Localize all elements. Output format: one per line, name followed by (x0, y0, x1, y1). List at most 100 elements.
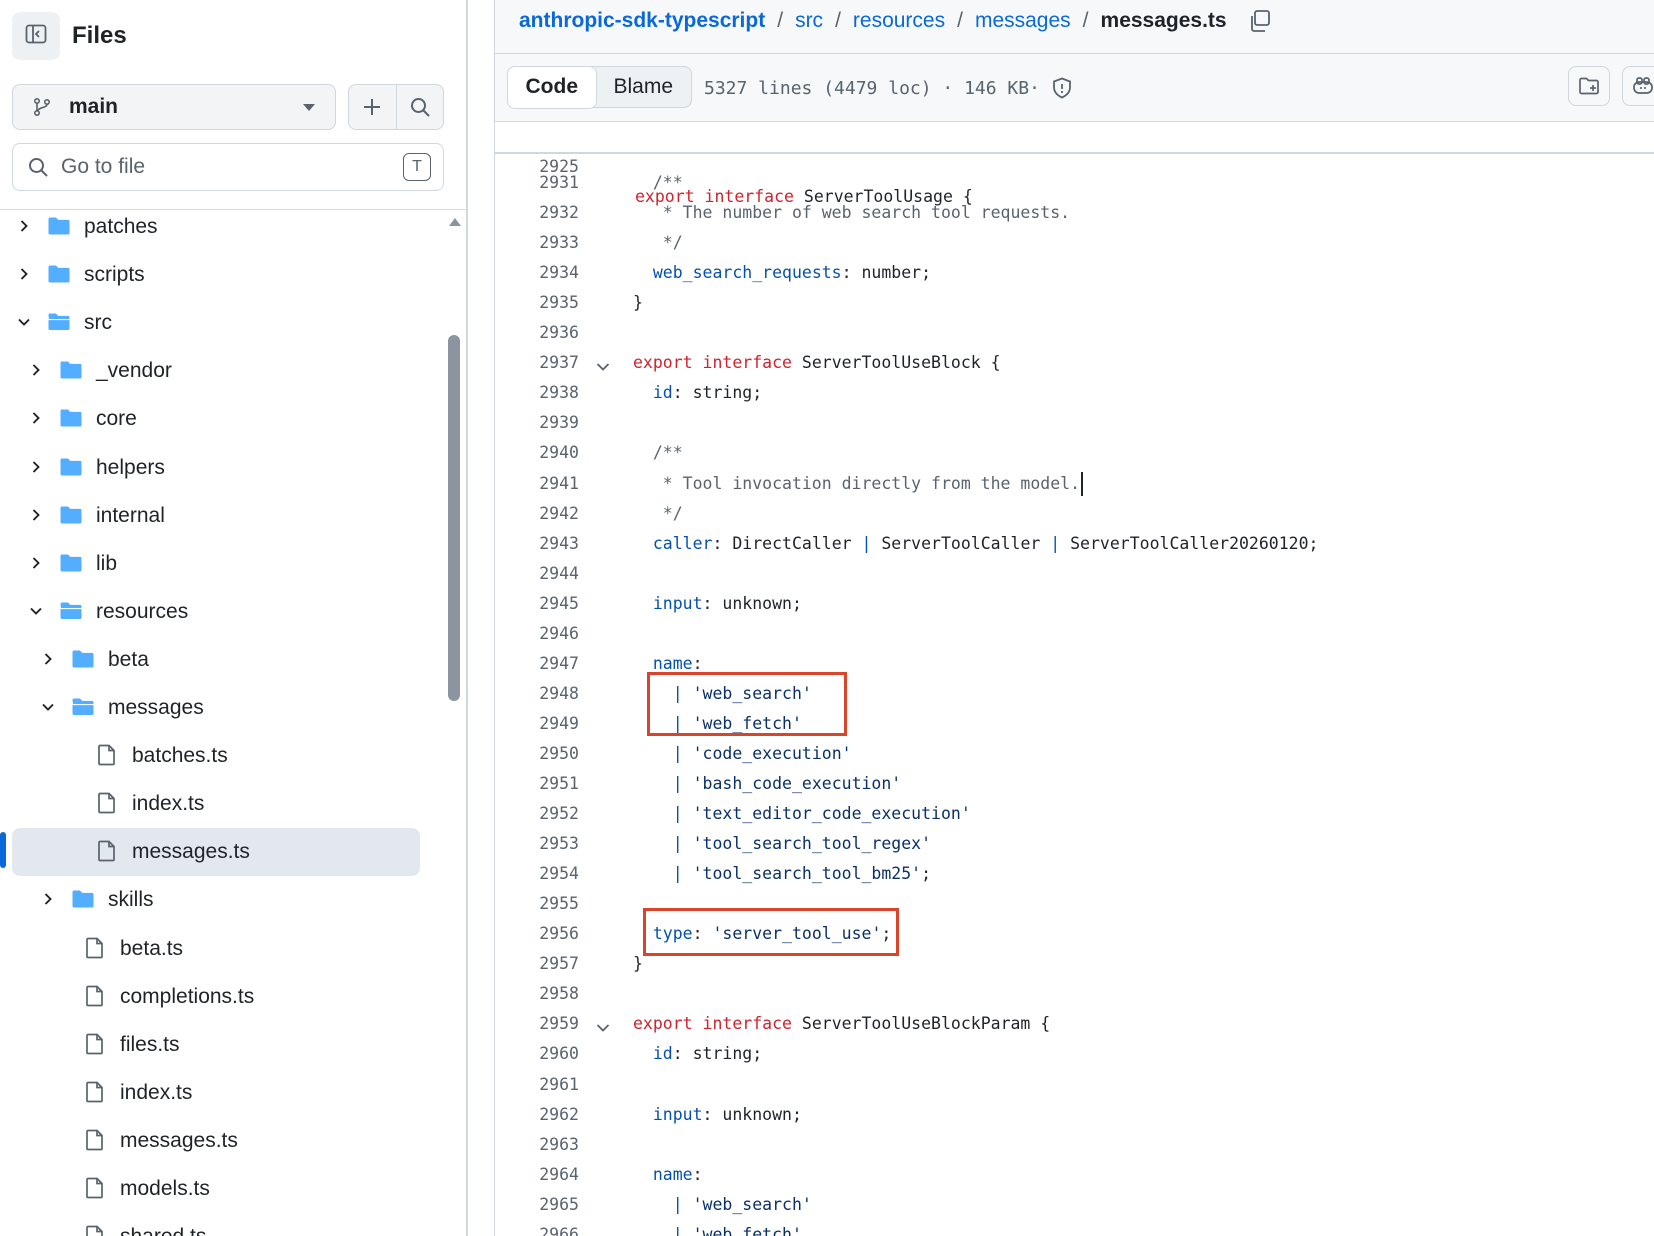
line-number[interactable]: 2952 (495, 799, 579, 829)
tree-file-models-ts[interactable]: models.ts (0, 1165, 440, 1211)
chevron-right-icon[interactable] (27, 458, 45, 476)
line-number[interactable]: 2951 (495, 769, 579, 799)
tab-code[interactable]: Code (506, 65, 597, 109)
code-line[interactable]: 2958 (495, 979, 1654, 1009)
code-line[interactable]: 2952 | 'text_editor_code_execution' (495, 799, 1654, 829)
tree-folder--vendor[interactable]: _vendor (0, 347, 440, 393)
line-number[interactable]: 2950 (495, 739, 579, 769)
code-line[interactable]: 2950 | 'code_execution' (495, 739, 1654, 769)
breadcrumb-messages-link[interactable]: messages (975, 9, 1071, 33)
search-code-button[interactable] (397, 85, 444, 129)
line-number[interactable]: 2964 (495, 1160, 579, 1190)
go-to-file-input[interactable]: Go to file T (12, 143, 444, 191)
line-number[interactable]: 2955 (495, 889, 579, 919)
tree-file-files-ts[interactable]: files.ts (0, 1021, 440, 1067)
tree-folder-resources[interactable]: resources (0, 588, 440, 634)
tree-folder-patches[interactable]: patches (0, 210, 440, 249)
line-number[interactable]: 2943 (495, 529, 579, 559)
line-number[interactable]: 2935 (495, 288, 579, 318)
line-number[interactable]: 2948 (495, 679, 579, 709)
line-number[interactable]: 2966 (495, 1220, 579, 1236)
scroll-up-arrow-icon[interactable] (449, 218, 461, 226)
line-number[interactable]: 2944 (495, 559, 579, 589)
copy-path-button[interactable] (1247, 8, 1273, 34)
tree-folder-core[interactable]: core (0, 395, 440, 441)
symbols-panel-button[interactable] (1568, 66, 1610, 106)
tab-blame[interactable]: Blame (596, 67, 692, 107)
line-number[interactable]: 2934 (495, 258, 579, 288)
breadcrumb-resources-link[interactable]: resources (853, 9, 945, 33)
tree-folder-helpers[interactable]: helpers (0, 444, 440, 490)
chevron-right-icon[interactable] (39, 650, 57, 668)
tree-file-messages-ts[interactable]: messages.ts (0, 828, 440, 877)
code-line[interactable]: 2965 | 'web_search' (495, 1190, 1654, 1220)
code-line[interactable]: 2951 | 'bash_code_execution' (495, 769, 1654, 799)
code-line[interactable]: 2961 (495, 1070, 1654, 1100)
line-number[interactable]: 2945 (495, 589, 579, 619)
code-line[interactable]: 2937 export interface ServerToolUseBlock … (495, 348, 1654, 378)
line-number[interactable]: 2942 (495, 499, 579, 529)
line-number[interactable]: 2965 (495, 1190, 579, 1220)
code-line[interactable]: 2939 (495, 408, 1654, 438)
line-number[interactable]: 2940 (495, 438, 579, 468)
shield-icon[interactable] (1050, 76, 1074, 100)
code-line[interactable]: 2938 id: string; (495, 378, 1654, 408)
chevron-right-icon[interactable] (27, 506, 45, 524)
line-number[interactable]: 2925 (495, 152, 579, 182)
code-line[interactable]: 2940 /** (495, 438, 1654, 468)
tree-file-messages-ts[interactable]: messages.ts (0, 1117, 440, 1163)
code-line[interactable]: 2944 (495, 559, 1654, 589)
tree-folder-messages[interactable]: messages (0, 684, 440, 730)
code-line[interactable]: 2934 web_search_requests: number; (495, 258, 1654, 288)
code-line[interactable]: 2954 | 'tool_search_tool_bm25'; (495, 859, 1654, 889)
chevron-right-icon[interactable] (27, 554, 45, 572)
line-number[interactable]: 2958 (495, 979, 579, 1009)
chevron-down-icon[interactable] (27, 602, 45, 620)
line-number[interactable]: 2957 (495, 949, 579, 979)
line-number[interactable]: 2949 (495, 709, 579, 739)
chevron-right-icon[interactable] (15, 265, 33, 283)
tree-file-index-ts[interactable]: index.ts (0, 780, 440, 826)
line-number[interactable]: 2956 (495, 919, 579, 949)
code-line[interactable]: 2935} (495, 288, 1654, 318)
line-number[interactable]: 2937 (495, 348, 579, 378)
chevron-right-icon[interactable] (39, 890, 57, 908)
chevron-right-icon[interactable] (15, 217, 33, 235)
code-line[interactable]: 2941 * Tool invocation directly from the… (495, 469, 1654, 499)
code-line[interactable]: 2962 input: unknown; (495, 1100, 1654, 1130)
breadcrumb-src-link[interactable]: src (795, 9, 823, 33)
line-number[interactable]: 2962 (495, 1100, 579, 1130)
sticky-header-line[interactable]: 2925 export interface ServerToolUsage { (495, 122, 1654, 206)
line-number[interactable]: 2946 (495, 619, 579, 649)
tree-folder-skills[interactable]: skills (0, 876, 440, 922)
code-listing[interactable]: 2925 export interface ServerToolUsage { … (495, 122, 1654, 1236)
code-line[interactable]: 2964 name: (495, 1160, 1654, 1190)
line-number[interactable]: 2960 (495, 1039, 579, 1069)
breadcrumb-repo-link[interactable]: anthropic-sdk-typescript (519, 9, 765, 33)
line-number[interactable]: 2939 (495, 408, 579, 438)
tree-folder-internal[interactable]: internal (0, 492, 440, 538)
tree-folder-beta[interactable]: beta (0, 636, 440, 682)
tree-scrollbar[interactable] (448, 335, 460, 701)
line-number[interactable]: 2961 (495, 1070, 579, 1100)
code-line[interactable]: 2966 | 'web_fetch' (495, 1220, 1654, 1236)
line-number[interactable]: 2954 (495, 859, 579, 889)
chevron-right-icon[interactable] (27, 361, 45, 379)
code-line[interactable]: 2942 */ (495, 499, 1654, 529)
code-line[interactable]: 2960 id: string; (495, 1039, 1654, 1069)
chevron-down-icon[interactable] (39, 698, 57, 716)
tree-file-completions-ts[interactable]: completions.ts (0, 973, 440, 1019)
code-line[interactable]: 2945 input: unknown; (495, 589, 1654, 619)
code-line[interactable]: 2936 (495, 318, 1654, 348)
code-line[interactable]: 2946 (495, 619, 1654, 649)
tree-file-shared-ts[interactable]: shared.ts (0, 1213, 440, 1236)
code-line[interactable]: 2959 export interface ServerToolUseBlockP… (495, 1009, 1654, 1039)
branch-selector[interactable]: main (12, 84, 336, 130)
collapse-sidebar-button[interactable] (12, 12, 60, 60)
line-number[interactable]: 2947 (495, 649, 579, 679)
tree-file-index-ts[interactable]: index.ts (0, 1069, 440, 1115)
tree-file-batches-ts[interactable]: batches.ts (0, 732, 440, 778)
line-number[interactable]: 2941 (495, 469, 579, 499)
line-number[interactable]: 2938 (495, 378, 579, 408)
tree-folder-lib[interactable]: lib (0, 540, 440, 586)
